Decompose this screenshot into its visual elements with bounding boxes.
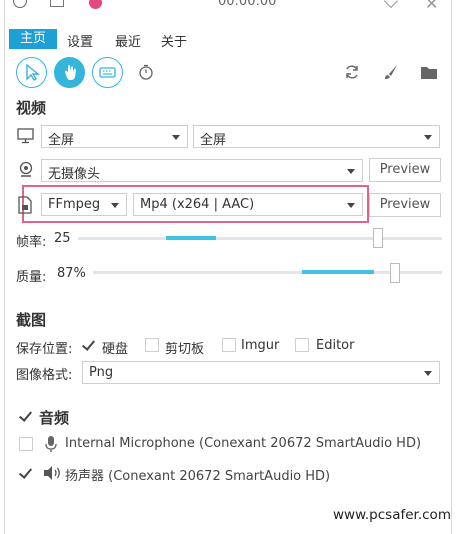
microphone-icon (45, 436, 57, 452)
save-editor-checkbox[interactable] (295, 338, 309, 352)
tab-recent[interactable]: 最近 (115, 31, 141, 50)
save-editor-label: Editor (316, 338, 355, 353)
speaker-label: 扬声器 (Conexant 20672 SmartAudio HD) (65, 469, 331, 484)
speaker-icon (44, 466, 60, 480)
screen-region-select[interactable]: 全屏 (193, 125, 440, 148)
audio-section-heading: 音频 (39, 409, 70, 427)
chevron-down-icon (424, 371, 432, 376)
speaker-checkbox[interactable] (19, 466, 33, 480)
save-clipboard-checkbox[interactable] (145, 338, 159, 352)
minimize-chevron-icon[interactable] (383, 0, 399, 9)
quality-slider-thumb[interactable] (390, 263, 400, 283)
timer-icon[interactable] (137, 63, 155, 81)
window-border-left (4, 0, 5, 534)
microphone-checkbox[interactable] (19, 437, 33, 451)
codec-preview-button[interactable]: Preview (369, 193, 441, 217)
keystroke-tool-button[interactable] (92, 57, 123, 88)
window-border-right (451, 0, 452, 534)
codec-value: Mp4 (x264 | AAC) (140, 197, 255, 212)
tab-about[interactable]: 关于 (161, 31, 187, 50)
screen-source-value: 全屏 (48, 133, 75, 148)
quality-slider-fill (302, 270, 374, 274)
record-dot-icon[interactable] (89, 0, 102, 9)
chevron-down-icon (347, 203, 355, 208)
webcam-preview-button[interactable]: Preview (369, 158, 441, 182)
cursor-tool-button[interactable] (16, 57, 47, 88)
webcam-value: 无摄像头 (48, 167, 101, 182)
quality-label: 质量: (16, 270, 47, 285)
webcam-select[interactable]: 无摄像头 (41, 159, 363, 182)
framerate-slider-thumb[interactable] (373, 228, 383, 248)
screenshot-section-heading: 截图 (16, 311, 47, 329)
chevron-down-icon (347, 169, 355, 174)
save-imgur-label: Imgur (241, 338, 280, 353)
monitor-icon (17, 128, 34, 144)
chevron-down-icon (111, 203, 119, 208)
save-clipboard-label: 剪切板 (165, 342, 205, 357)
screenshot-icon[interactable] (50, 0, 64, 7)
writer-value: FFmpeg (48, 197, 101, 212)
tab-settings[interactable]: 设置 (67, 31, 93, 50)
recording-timer: 00:00:00 (218, 0, 277, 9)
tab-home[interactable]: 主页 (9, 29, 57, 49)
chevron-down-icon (172, 135, 180, 140)
audio-enable-checkbox[interactable] (19, 409, 33, 423)
settings-circle-icon[interactable] (13, 0, 27, 8)
save-disk-checkbox[interactable] (82, 338, 96, 352)
save-disk-label: 硬盘 (102, 342, 129, 357)
folder-icon[interactable] (420, 65, 438, 80)
framerate-slider-track[interactable] (78, 237, 442, 240)
save-location-label: 保存位置: (16, 342, 73, 357)
webcam-icon (19, 161, 33, 177)
click-tool-button[interactable] (54, 57, 85, 88)
framerate-value: 25 (54, 231, 71, 246)
codec-select[interactable]: Mp4 (x264 | AAC) (133, 193, 363, 216)
watermark-text: www.pcsafer.com (333, 507, 451, 523)
keyboard-icon (99, 67, 116, 78)
close-icon[interactable]: ✕ (425, 0, 438, 13)
microphone-label: Internal Microphone (Conexant 20672 Smar… (65, 436, 422, 451)
refresh-icon[interactable] (344, 64, 360, 80)
writer-select[interactable]: FFmpeg (41, 193, 127, 216)
framerate-label: 帧率: (16, 235, 47, 250)
image-format-value: Png (89, 365, 114, 380)
chevron-down-icon (424, 135, 432, 140)
screen-source-select[interactable]: 全屏 (41, 125, 188, 148)
image-format-select[interactable]: Png (82, 361, 440, 384)
brush-icon[interactable] (383, 64, 399, 80)
save-imgur-checkbox[interactable] (222, 338, 236, 352)
screen-region-value: 全屏 (200, 133, 227, 148)
hand-icon (65, 65, 76, 80)
quality-value: 87% (57, 266, 86, 281)
file-icon (18, 196, 32, 214)
framerate-slider-fill (166, 236, 216, 240)
image-format-label: 图像格式: (16, 368, 73, 383)
cursor-icon (26, 63, 40, 81)
video-section-heading: 视频 (16, 99, 47, 117)
